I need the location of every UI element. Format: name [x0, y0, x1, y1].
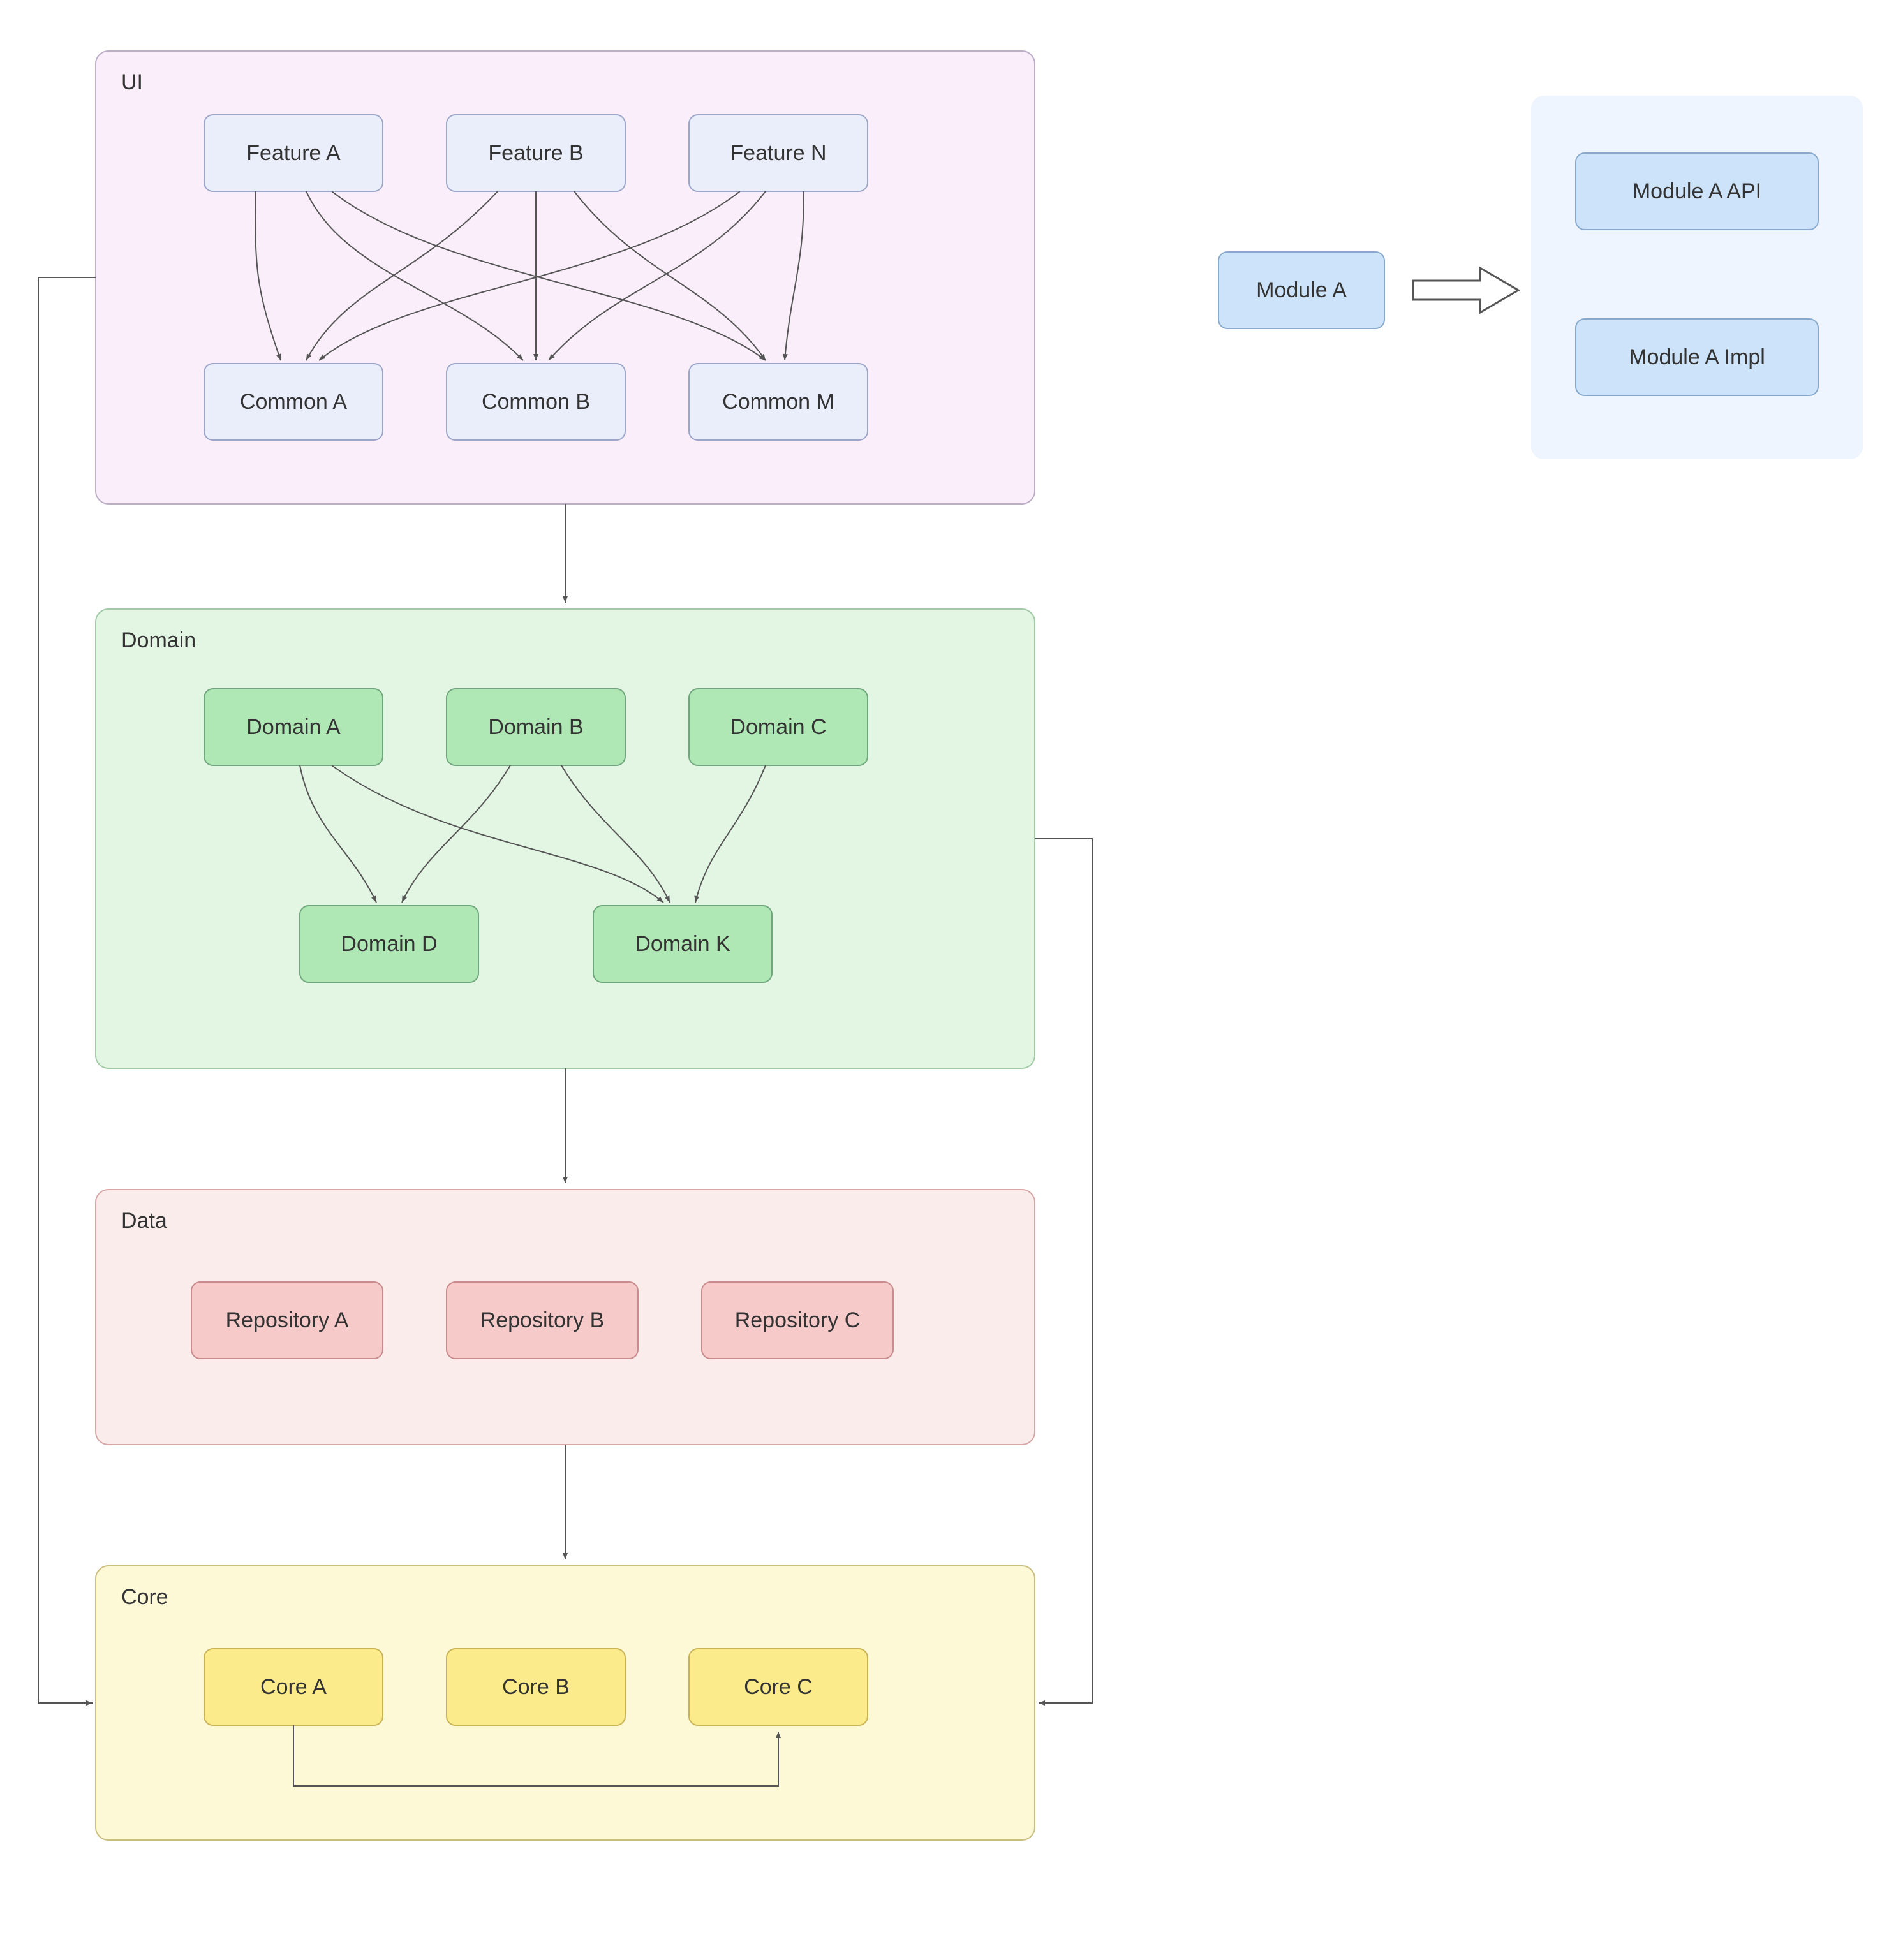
domain-d-node: Domain D	[300, 906, 478, 982]
feature-a-node: Feature A	[204, 115, 383, 191]
repo-b-node: Repository B	[447, 1282, 638, 1359]
repo-b-label: Repository B	[480, 1308, 605, 1332]
domain-d-label: Domain D	[341, 932, 437, 956]
domain-a-label: Domain A	[246, 715, 341, 739]
core-a-node: Core A	[204, 1649, 383, 1725]
module-a-label: Module A	[1256, 278, 1347, 302]
core-c-label: Core C	[744, 1675, 813, 1699]
domain-layer: Domain Domain A Domain B Domain C Domain…	[96, 609, 1035, 1068]
side-panel-box	[1531, 96, 1863, 459]
common-b-node: Common B	[447, 364, 625, 440]
edge-domain-core-right	[1035, 839, 1092, 1703]
domain-layer-title: Domain	[121, 628, 196, 652]
common-a-label: Common A	[240, 390, 347, 414]
hollow-arrow-icon	[1413, 268, 1518, 313]
feature-n-node: Feature N	[689, 115, 868, 191]
core-layer: Core Core A Core B Core C	[96, 1566, 1035, 1840]
edge-ui-core-left	[38, 277, 96, 1703]
common-b-label: Common B	[482, 390, 590, 414]
core-layer-title: Core	[121, 1585, 168, 1609]
core-b-node: Core B	[447, 1649, 625, 1725]
core-a-label: Core A	[260, 1675, 327, 1699]
repo-c-label: Repository C	[735, 1308, 861, 1332]
feature-n-label: Feature N	[730, 141, 826, 165]
data-layer: Data Repository A Repository B Repositor…	[96, 1190, 1035, 1445]
domain-b-node: Domain B	[447, 689, 625, 765]
domain-k-node: Domain K	[593, 906, 772, 982]
common-m-node: Common M	[689, 364, 868, 440]
domain-c-node: Domain C	[689, 689, 868, 765]
domain-k-label: Domain K	[635, 932, 730, 956]
module-a-impl-label: Module A Impl	[1629, 345, 1765, 369]
common-a-node: Common A	[204, 364, 383, 440]
domain-b-label: Domain B	[488, 715, 583, 739]
module-a-node: Module A	[1218, 252, 1384, 328]
ui-layer: UI Feature A Feature B Feature N Common …	[96, 51, 1035, 504]
domain-c-label: Domain C	[730, 715, 826, 739]
module-a-impl-node: Module A Impl	[1576, 319, 1818, 395]
feature-b-node: Feature B	[447, 115, 625, 191]
ui-layer-title: UI	[121, 70, 143, 94]
core-b-label: Core B	[502, 1675, 570, 1699]
core-c-node: Core C	[689, 1649, 868, 1725]
side-panel: Module A Module A API Module A Impl	[1218, 96, 1863, 459]
data-layer-title: Data	[121, 1209, 167, 1233]
repo-c-node: Repository C	[702, 1282, 893, 1359]
domain-a-node: Domain A	[204, 689, 383, 765]
domain-layer-box	[96, 609, 1035, 1068]
common-m-label: Common M	[722, 390, 834, 414]
repo-a-label: Repository A	[226, 1308, 349, 1332]
feature-a-label: Feature A	[246, 141, 341, 165]
module-a-api-label: Module A API	[1633, 179, 1761, 203]
feature-b-label: Feature B	[488, 141, 583, 165]
module-a-api-node: Module A API	[1576, 153, 1818, 230]
repo-a-node: Repository A	[191, 1282, 383, 1359]
